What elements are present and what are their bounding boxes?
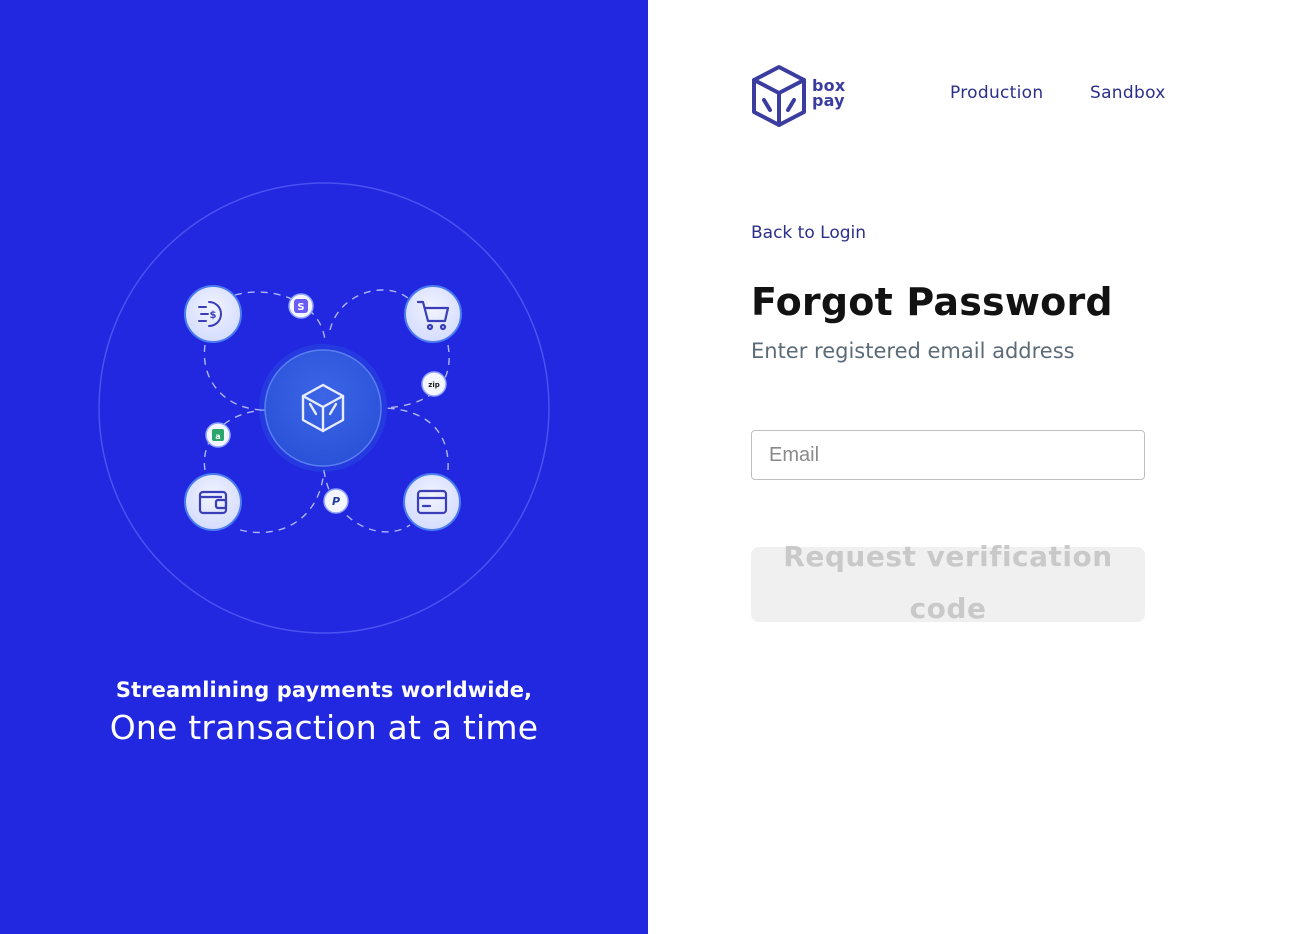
svg-text:a: a xyxy=(215,432,220,441)
svg-text:zip: zip xyxy=(428,381,439,389)
tab-sandbox[interactable]: Sandbox xyxy=(1090,83,1166,103)
request-verification-code-button[interactable]: Request verification code xyxy=(751,540,1145,625)
brand-name: box pay xyxy=(812,78,845,110)
paypal-badge-icon: P xyxy=(323,488,349,514)
brand-name-line2: pay xyxy=(812,91,845,110)
stripe-badge-icon: S xyxy=(288,293,314,319)
page-subtitle: Enter registered email address xyxy=(751,339,1075,363)
back-to-login-link[interactable]: Back to Login xyxy=(751,223,866,243)
payments-illustration: $ S zip a P xyxy=(98,182,550,634)
box-logo-icon xyxy=(752,65,806,127)
svg-text:P: P xyxy=(332,495,340,508)
svg-text:$: $ xyxy=(210,310,217,321)
email-input[interactable] xyxy=(751,430,1145,480)
zip-badge-icon: zip xyxy=(421,371,447,397)
form-panel: box pay Production Sandbox Back to Login… xyxy=(648,0,1295,934)
brand-logo[interactable]: box pay xyxy=(750,64,860,128)
tagline-primary: Streamlining payments worldwide, xyxy=(115,678,533,702)
page-title: Forgot Password xyxy=(751,280,1113,324)
hero-panel: $ S zip a P Streamlining payments worldw… xyxy=(0,0,648,934)
green-badge-icon: a xyxy=(205,422,231,448)
tab-production[interactable]: Production xyxy=(950,83,1043,103)
svg-text:S: S xyxy=(297,302,304,313)
tagline-secondary: One transaction at a time xyxy=(109,708,539,747)
request-verification-code-label: Request verification code xyxy=(783,540,1113,625)
forgot-password-page: $ S zip a P Streamlining payments worldw… xyxy=(0,0,1295,934)
